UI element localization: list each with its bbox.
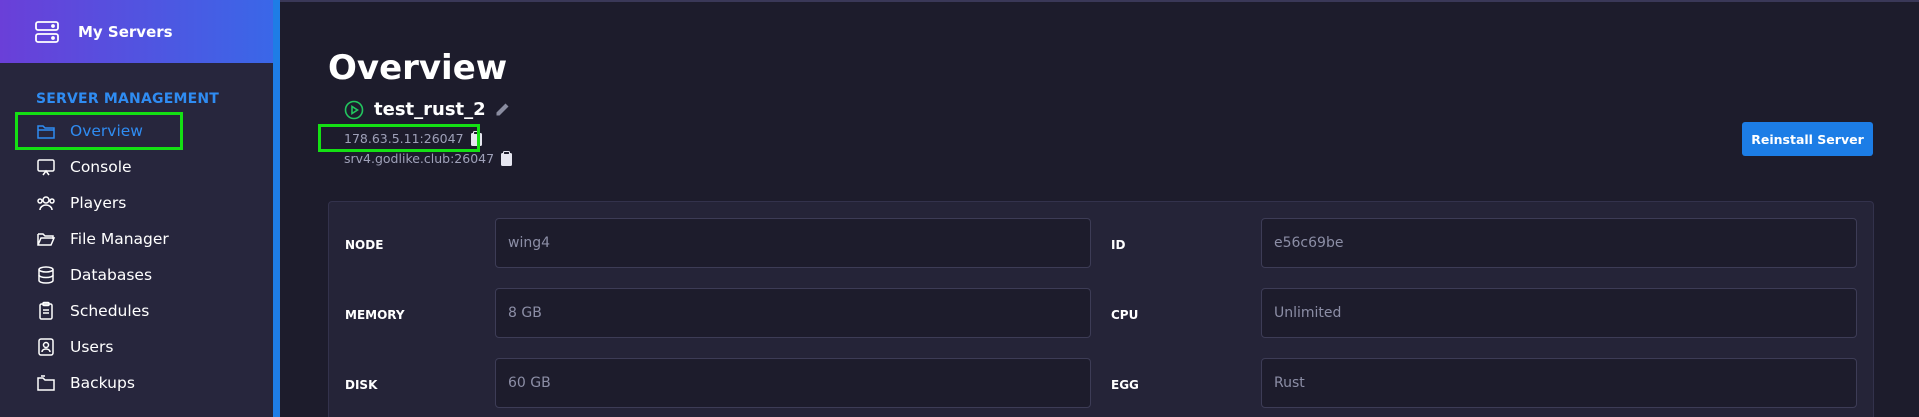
console-icon	[37, 159, 55, 176]
node-label: NODE	[345, 238, 384, 252]
sidebar-accent-bar	[273, 0, 280, 417]
server-host-address: srv4.godlike.club:26047	[344, 151, 513, 166]
my-servers-label: My Servers	[78, 22, 173, 41]
sidebar-item-label: Schedules	[70, 302, 150, 320]
folder-icon	[37, 125, 55, 139]
disk-label: DISK	[345, 378, 378, 392]
play-circle-icon	[344, 100, 364, 119]
sidebar-item-label: File Manager	[70, 230, 169, 248]
server-ip-address: 178.63.5.11:26047	[344, 131, 483, 146]
cpu-label: CPU	[1111, 308, 1139, 322]
egg-field[interactable]	[1261, 358, 1857, 408]
sidebar-item-users[interactable]: Users	[0, 329, 273, 365]
sidebar-item-players[interactable]: Players	[0, 185, 273, 221]
egg-label: EGG	[1111, 378, 1139, 392]
sidebar-item-label: Overview	[70, 122, 143, 140]
server-name: test_rust_2	[374, 99, 486, 120]
server-stack-icon	[35, 20, 59, 43]
sidebar-item-overview[interactable]: Overview	[0, 113, 273, 149]
sidebar-item-file-manager[interactable]: File Manager	[0, 221, 273, 257]
id-label: ID	[1111, 238, 1126, 252]
user-badge-icon	[38, 338, 54, 356]
copy-clipboard-icon[interactable]	[470, 131, 483, 146]
host-address-text: srv4.godlike.club:26047	[344, 151, 495, 166]
reinstall-server-button[interactable]: Reinstall Server	[1742, 122, 1873, 156]
sidebar-item-label: Backups	[70, 374, 135, 392]
id-field[interactable]	[1261, 218, 1857, 268]
database-icon	[38, 266, 54, 284]
sidebar-item-label: Players	[70, 194, 127, 212]
sidebar-item-console[interactable]: Console	[0, 149, 273, 185]
main-content: Overview test_rust_2 178.63.5.11:26047 s…	[280, 0, 1919, 417]
server-nav: Overview Console Players File Manager Da…	[0, 113, 273, 401]
copy-clipboard-icon[interactable]	[500, 151, 513, 166]
pencil-icon[interactable]	[494, 102, 510, 118]
server-header: test_rust_2	[344, 99, 510, 120]
sidebar-item-label: Databases	[70, 266, 153, 284]
page-title: Overview	[328, 48, 508, 88]
folder-open-icon	[37, 233, 56, 246]
cpu-field[interactable]	[1261, 288, 1857, 338]
server-management-heading: SERVER MANAGEMENT	[36, 91, 220, 107]
node-field[interactable]	[495, 218, 1091, 268]
sidebar-item-databases[interactable]: Databases	[0, 257, 273, 293]
sidebar-item-label: Users	[70, 338, 114, 356]
backup-folder-icon	[37, 375, 55, 391]
disk-field[interactable]	[495, 358, 1091, 408]
server-details-panel: NODE ID MEMORY CPU DISK EGG	[328, 201, 1874, 417]
sidebar: My Servers SERVER MANAGEMENT Overview Co…	[0, 0, 273, 417]
ip-address-text: 178.63.5.11:26047	[344, 131, 464, 146]
clipboard-icon	[39, 301, 53, 320]
my-servers-link[interactable]: My Servers	[0, 0, 273, 63]
sidebar-item-label: Console	[70, 158, 132, 176]
sidebar-item-schedules[interactable]: Schedules	[0, 293, 273, 329]
users-group-icon	[37, 196, 55, 211]
memory-label: MEMORY	[345, 308, 405, 322]
sidebar-item-backups[interactable]: Backups	[0, 365, 273, 401]
memory-field[interactable]	[495, 288, 1091, 338]
